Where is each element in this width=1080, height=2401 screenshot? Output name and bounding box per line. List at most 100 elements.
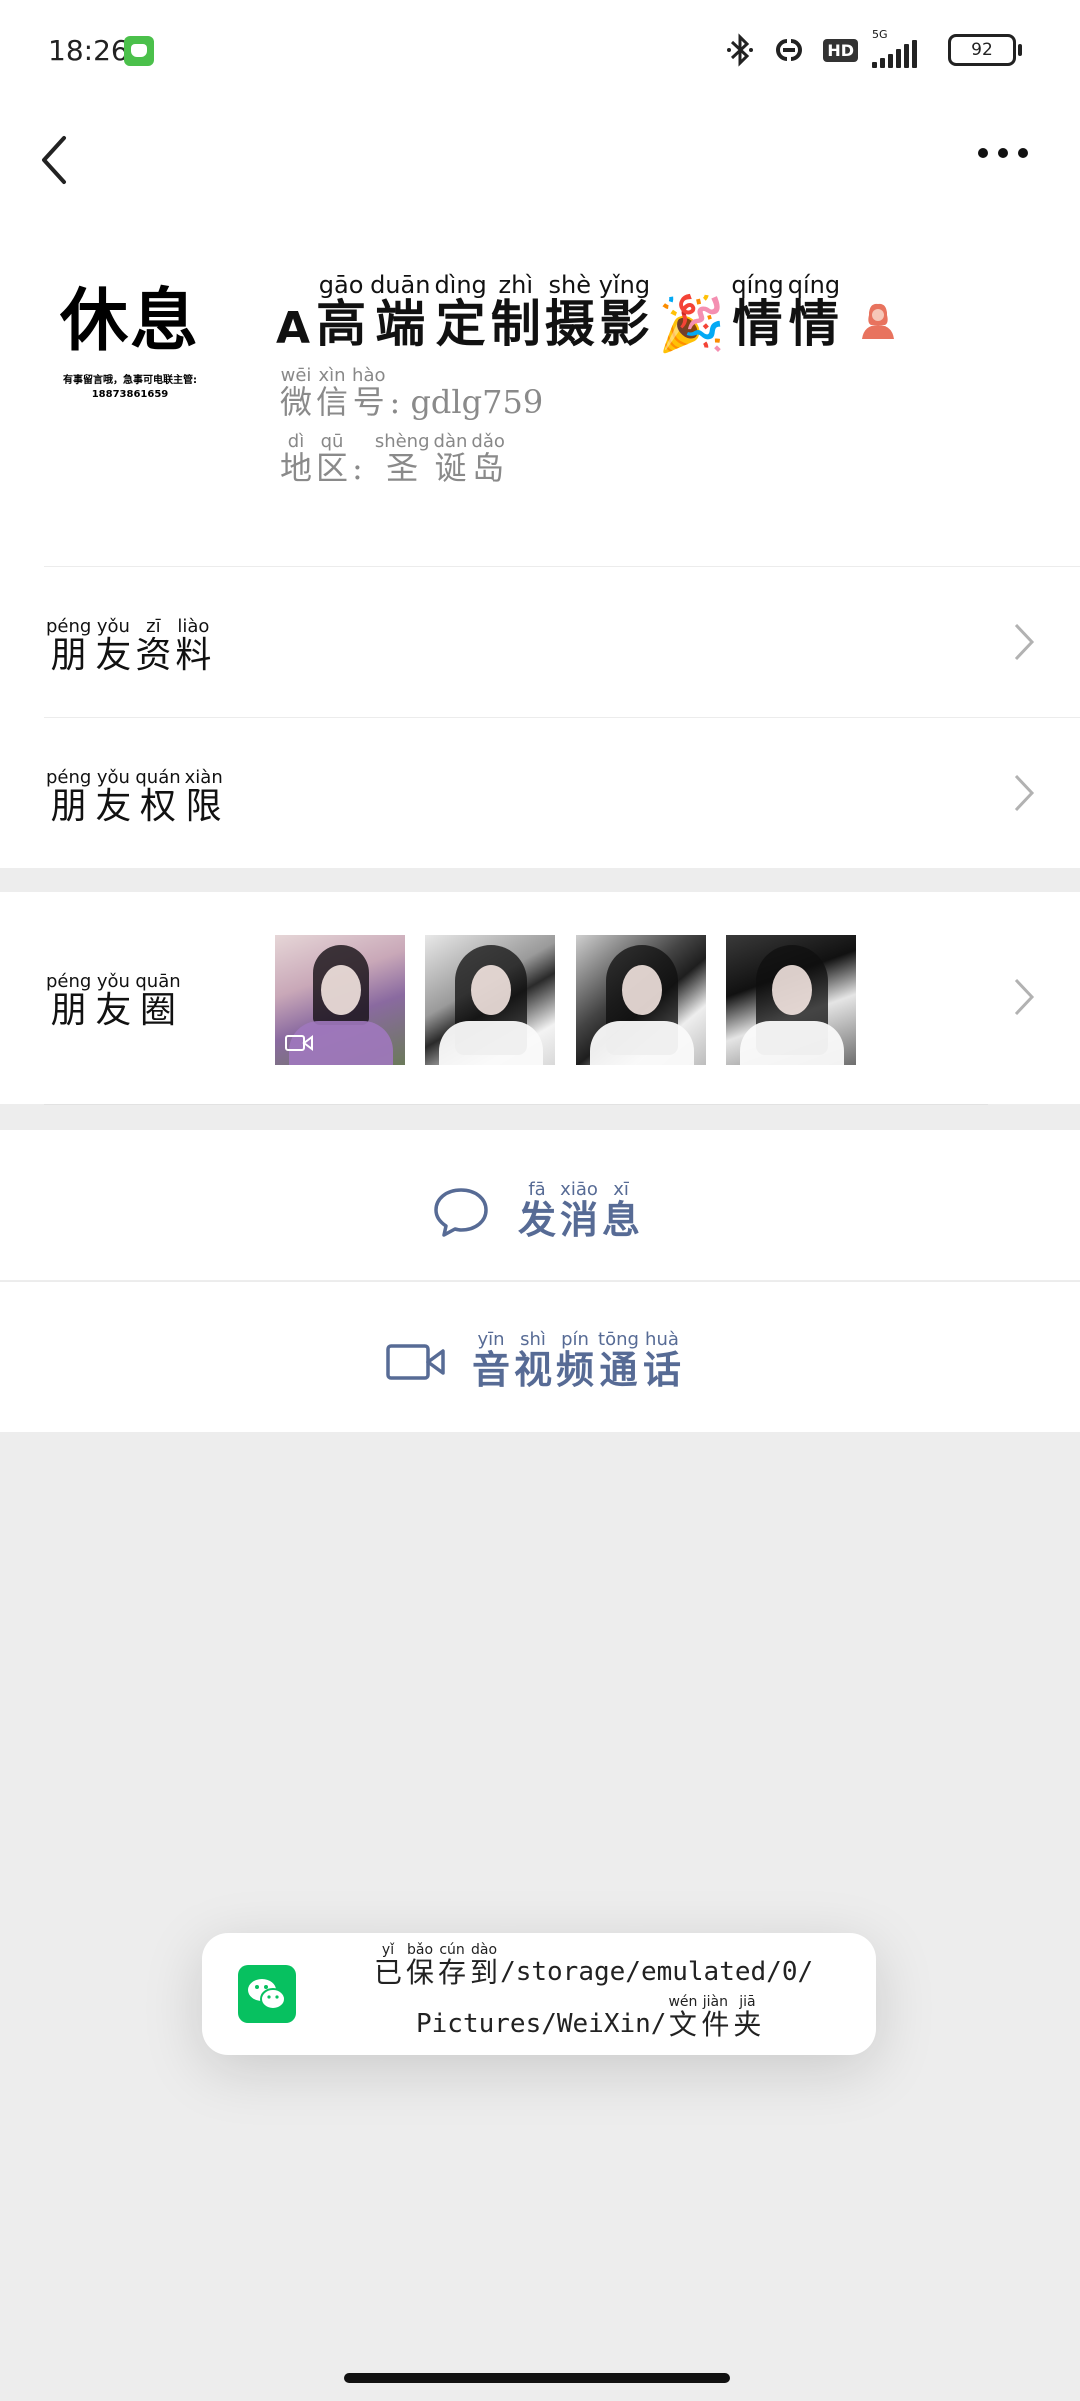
label-char: 朋	[50, 785, 87, 827]
toast-path-1: /storage/emulated/0/	[500, 1956, 814, 1987]
pinyin: péng	[46, 616, 92, 637]
chevron-right-icon	[1014, 774, 1035, 812]
wechat-id[interactable]: wēi 微 xìn 信 hào 号 : gdlg759	[278, 366, 543, 419]
chat-bubble-icon	[434, 1187, 488, 1237]
toast-char: 夹	[733, 2008, 762, 2042]
saved-toast: yǐ 已 bǎo 保 cún 存 dào 到 /storage/emulated/0/ …	[202, 1933, 876, 2055]
friend-permissions-row[interactable]: péng 朋 yǒu 友 quán 权 xiàn 限	[0, 718, 1080, 868]
label-char: 区	[316, 448, 349, 487]
label-char: 音	[472, 1346, 511, 1392]
name-char: 制	[490, 294, 541, 354]
avatar-note-line-1: 有事留言哦，急事可电联主管:	[63, 375, 197, 386]
status-bar: 18:26 HD 5G 92	[0, 0, 1080, 100]
pinyin: quán	[135, 767, 181, 788]
label-char: 信	[316, 382, 349, 421]
region-char: 圣	[386, 448, 419, 487]
label-char: 息	[602, 1196, 641, 1242]
label-char: 限	[185, 785, 222, 827]
toast-char: 已	[374, 1956, 403, 1990]
toast-path-2: Pictures/WeiXin/	[416, 2008, 667, 2039]
video-camera-icon	[386, 1343, 445, 1380]
toast-line-1: yǐ 已 bǎo 保 cún 存 dào 到 /storage/emulated/0/	[372, 1942, 814, 1990]
pinyin: zī	[146, 616, 161, 637]
wechat-id-value: : gdlg759	[389, 382, 544, 421]
region-char: 岛	[472, 448, 505, 487]
home-indicator[interactable]	[344, 2373, 730, 2383]
female-gender-icon	[862, 303, 895, 339]
cell-signal-icon: 5G	[872, 28, 934, 70]
name-char: 定	[435, 294, 486, 354]
toast-char: 到	[470, 1956, 499, 1990]
moments-thumbnail[interactable]	[275, 935, 405, 1065]
label-char: 号	[352, 382, 385, 421]
label-char: 通	[599, 1346, 638, 1392]
label-char: 友	[95, 785, 132, 827]
pinyin: quān	[135, 971, 181, 992]
chevron-right-icon	[1014, 623, 1035, 661]
label-char: 权	[139, 785, 176, 827]
video-icon	[285, 1035, 313, 1051]
wechat-logo-icon	[238, 1965, 296, 2023]
toast-line-2: Pictures/WeiXin/ wén 文 jiàn 件 jiā 夹	[416, 1994, 763, 2042]
friend-info-row[interactable]: péng 朋 yǒu 友 zī 资 liào 料	[0, 567, 1080, 717]
region-char: 诞	[434, 448, 467, 487]
party-popper-emoji: 🎉	[658, 291, 726, 355]
name-char: 情	[732, 294, 783, 354]
pinyin: yǒu	[96, 971, 130, 992]
pinyin: liào	[177, 616, 210, 637]
toast-char: 文	[668, 2008, 697, 2042]
back-arrow-icon[interactable]	[34, 130, 74, 190]
send-message-button[interactable]: fā 发 xiāo 消 xī 息	[0, 1130, 1080, 1280]
avatar-text: 休息	[59, 282, 200, 361]
status-time: 18:26	[48, 34, 129, 67]
app-notification-icon	[124, 36, 154, 66]
moments-thumbnail[interactable]	[576, 935, 706, 1065]
hd-badge: HD	[823, 38, 858, 62]
friend-info-label: péng 朋 yǒu 友 zī 资 liào 料	[44, 617, 213, 675]
label-char: 圈	[139, 989, 176, 1031]
more-options-icon[interactable]	[978, 148, 1028, 158]
moments-label: péng 朋 yǒu 友 quān 圈	[44, 972, 183, 1030]
name-char: 摄	[544, 294, 595, 354]
moments-thumbnail[interactable]	[726, 935, 856, 1065]
label-char: 微	[280, 382, 313, 421]
region-separator: :	[352, 448, 363, 487]
avatar-note-line-2: 18873861659	[91, 388, 169, 400]
name-char: 端	[375, 294, 426, 354]
toast-char: 保	[406, 1956, 435, 1990]
link-icon	[776, 39, 803, 61]
name-char: 影	[599, 294, 650, 354]
label-char: 朋	[50, 634, 87, 676]
toast-char: 存	[438, 1956, 467, 1990]
avatar[interactable]: 休息 有事留言哦，急事可电联主管: 18873861659	[40, 270, 220, 430]
bluetooth-icon	[727, 33, 754, 67]
pinyin: yǒu	[96, 767, 130, 788]
pinyin: péng	[46, 971, 92, 992]
label-char: 视	[514, 1346, 553, 1392]
status-icons: HD 5G 92	[725, 28, 1022, 70]
name-char: 情	[788, 294, 839, 354]
avatar-note: 有事留言哦，急事可电联主管: 18873861659	[40, 374, 220, 401]
pinyin: yǒu	[96, 616, 130, 637]
pinyin: xiàn	[184, 767, 223, 788]
label-char: 发	[518, 1196, 557, 1242]
label-char: 地	[280, 448, 313, 487]
label-char: 话	[642, 1346, 681, 1392]
send-message-label: fā 发 xiāo 消 xī 息	[432, 1180, 642, 1240]
video-call-label: yīn 音 shì 视 pín 频 tōng 通 huà 话	[386, 1330, 683, 1390]
moments-thumbnail[interactable]	[425, 935, 555, 1065]
battery-indicator: 92	[948, 34, 1022, 66]
label-char: 朋	[50, 989, 87, 1031]
label-char: 友	[95, 634, 132, 676]
label-char: 频	[556, 1346, 595, 1392]
label-char: 消	[560, 1196, 599, 1242]
friend-permissions-label: péng 朋 yǒu 友 quán 权 xiàn 限	[44, 768, 225, 826]
chevron-right-icon	[1014, 978, 1035, 1016]
label-char: 资	[135, 634, 172, 676]
video-call-button[interactable]: yīn 音 shì 视 pín 频 tōng 通 huà 话	[0, 1282, 1080, 1432]
toast-char: 件	[701, 2008, 730, 2042]
label-char: 料	[175, 634, 212, 676]
name-prefix: A	[276, 302, 311, 354]
divider	[44, 1104, 988, 1105]
contact-name: A gāo 高 duān 端 dìng 定 zhì 制 shè 摄 yǐng 影 🎉 qín…	[276, 272, 898, 351]
